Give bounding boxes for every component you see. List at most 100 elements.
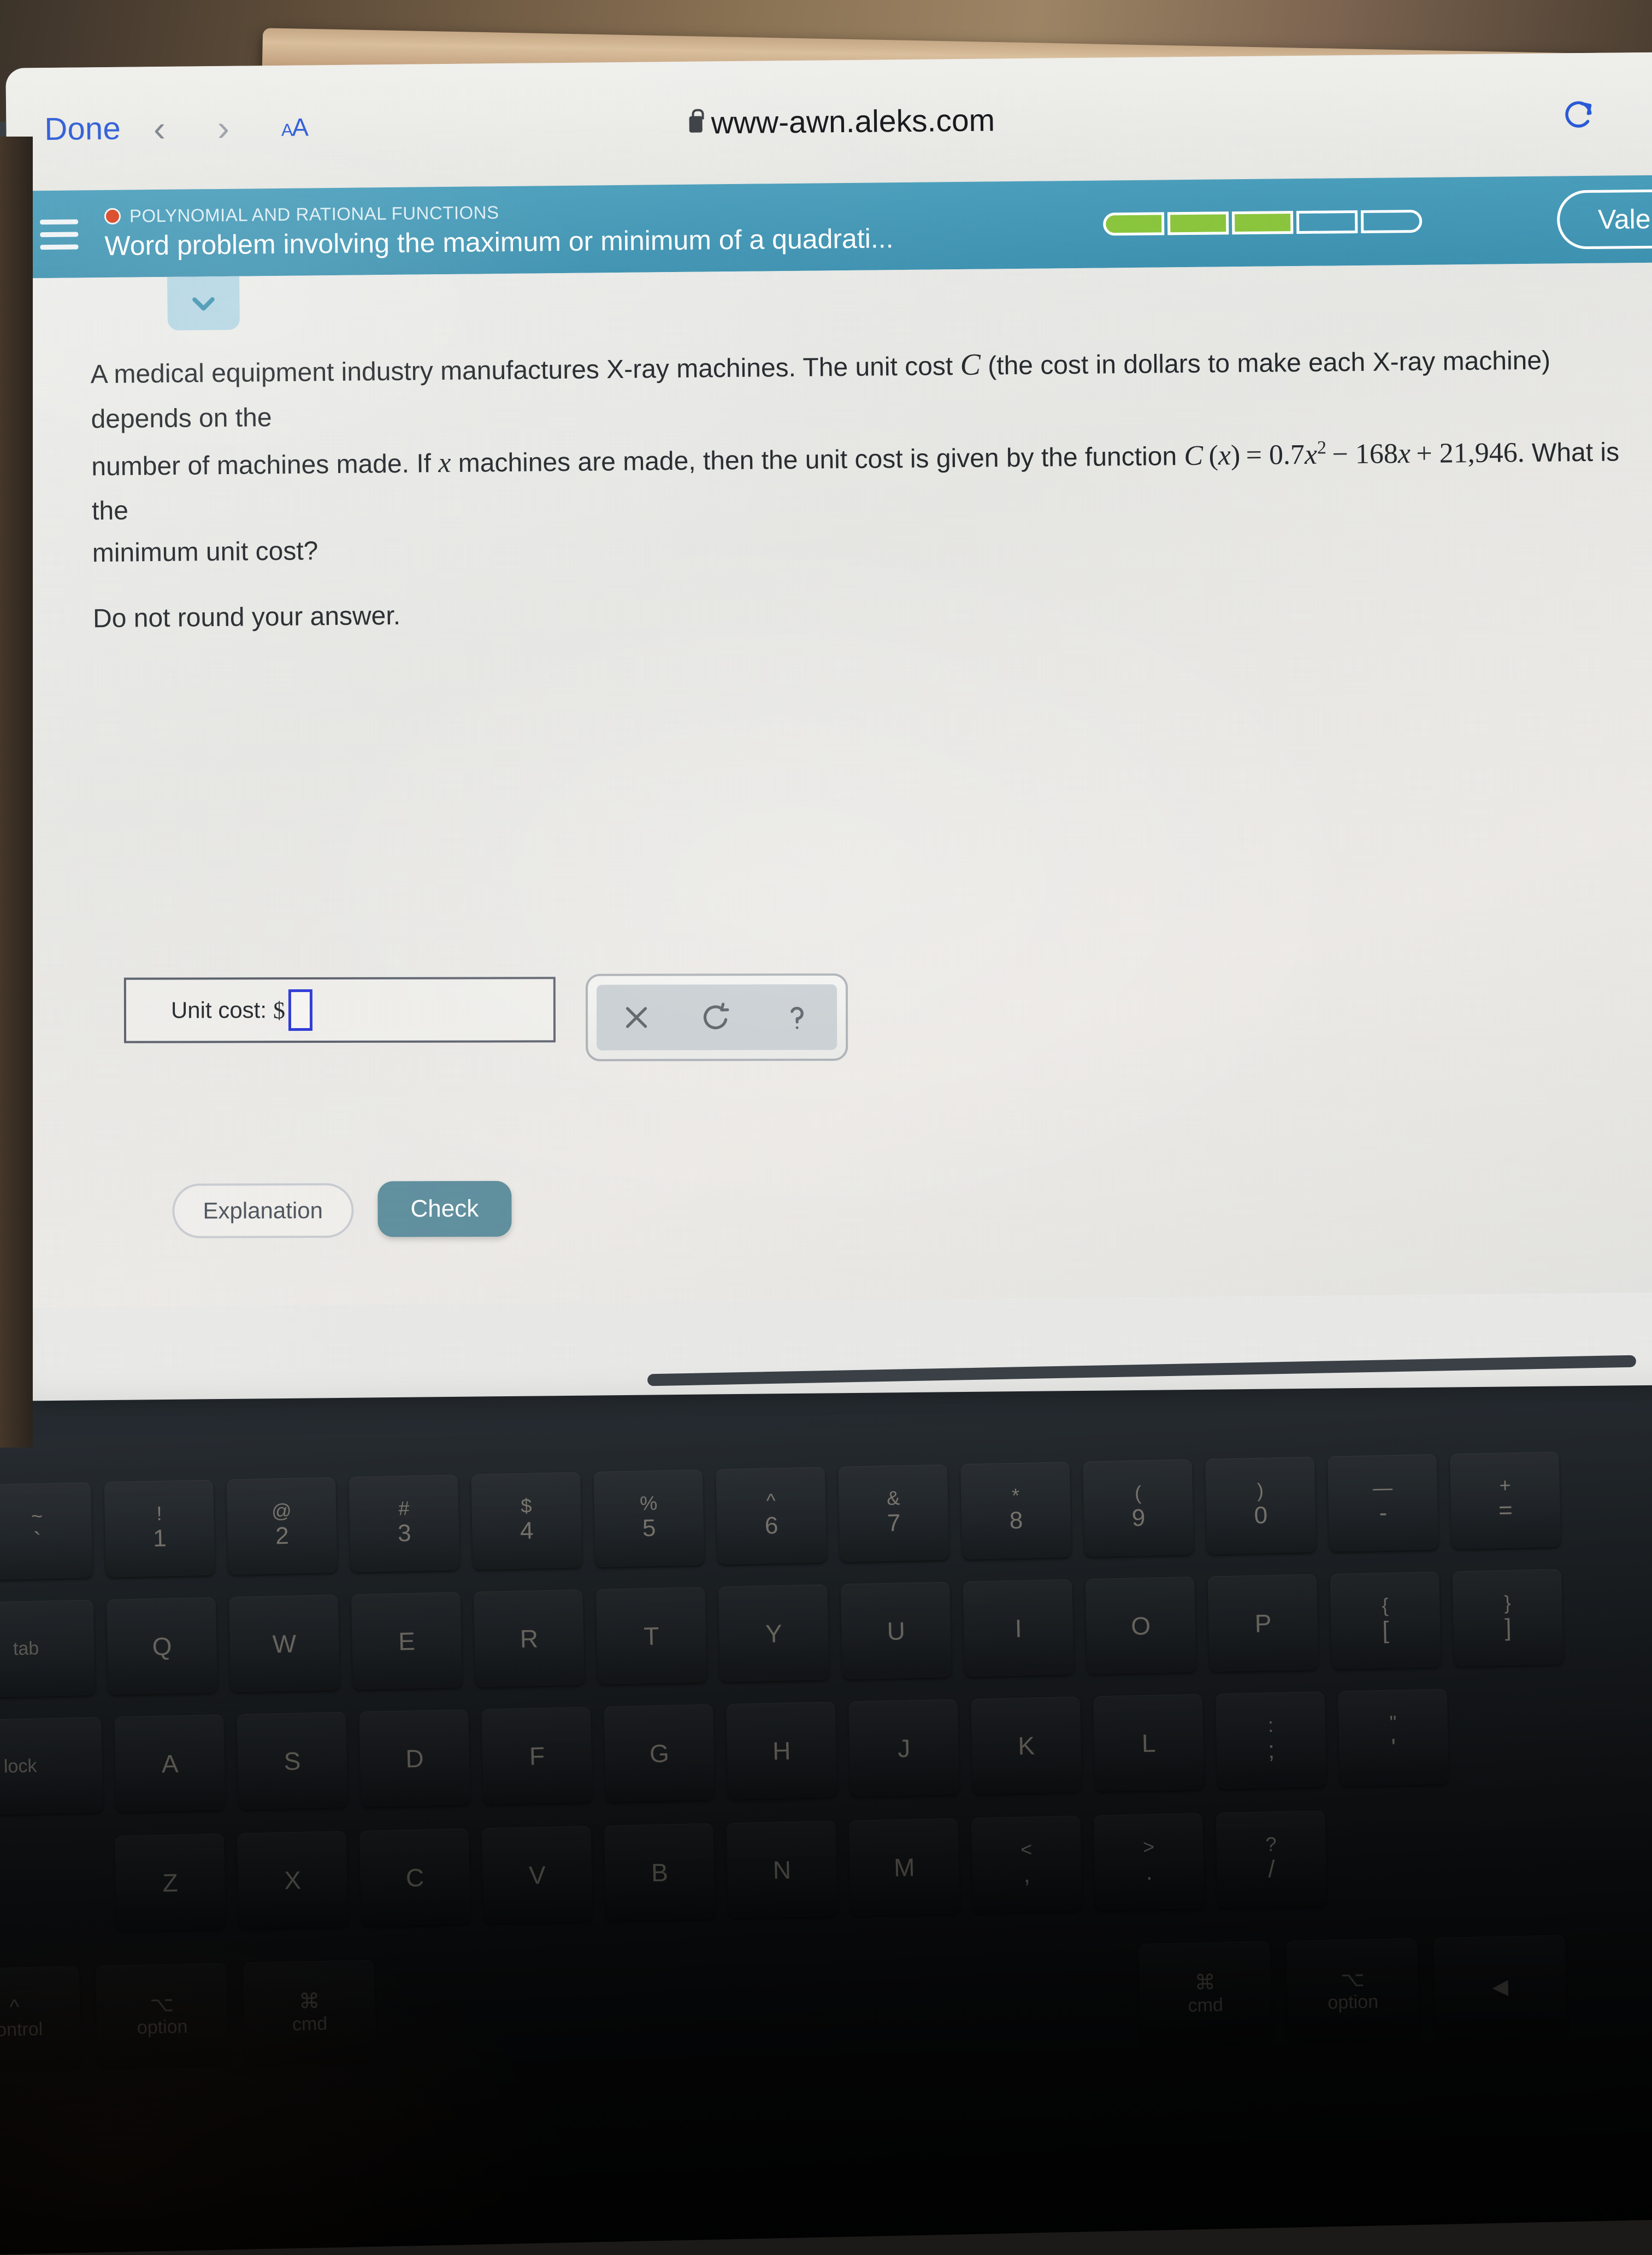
key-f[interactable]: F xyxy=(481,1707,593,1804)
key-t[interactable]: T xyxy=(596,1587,707,1685)
hamburger-menu-icon[interactable] xyxy=(40,219,79,250)
undo-icon[interactable] xyxy=(699,999,735,1035)
key-3[interactable]: #3 xyxy=(349,1474,460,1572)
key-b[interactable]: B xyxy=(604,1823,716,1921)
variable-x: x xyxy=(438,447,451,479)
key-6[interactable]: ^6 xyxy=(716,1467,827,1565)
key-1[interactable]: !1 xyxy=(104,1480,215,1578)
key--[interactable]: —- xyxy=(1328,1454,1439,1552)
key-tab[interactable]: tab xyxy=(0,1599,95,1698)
key-label: ` xyxy=(33,1526,42,1556)
key-cmd[interactable]: ⌘cmd xyxy=(243,1960,376,2064)
key-7[interactable]: &7 xyxy=(838,1465,949,1562)
key-shift-label: > xyxy=(1143,1837,1155,1857)
key-shift-label: ^ xyxy=(766,1491,776,1510)
clear-icon[interactable] xyxy=(618,1000,654,1036)
key-lock[interactable]: lock xyxy=(0,1717,103,1816)
key-label: cmd xyxy=(1188,1994,1223,2016)
tablet-screen: Done ‹ › AA www-awn.aleks.com POLYNOMIAL… xyxy=(5,52,1652,1401)
key-label: / xyxy=(1268,1854,1275,1884)
key-label: G xyxy=(649,1738,669,1768)
key-l[interactable]: L xyxy=(1093,1694,1205,1792)
key-label: - xyxy=(1379,1498,1388,1528)
key-j[interactable]: J xyxy=(848,1699,960,1797)
key-glyph: ◀ xyxy=(1492,1974,1508,1999)
key-label: 6 xyxy=(764,1510,778,1541)
unit-cost-input[interactable] xyxy=(288,989,312,1031)
key-,[interactable]: <, xyxy=(971,1816,1082,1914)
key-x[interactable]: X xyxy=(237,1831,349,1929)
key-shift-label: + xyxy=(1499,1475,1511,1495)
check-button[interactable]: Check xyxy=(377,1181,511,1237)
key-u[interactable]: U xyxy=(840,1582,952,1680)
explanation-button[interactable]: Explanation xyxy=(172,1183,353,1238)
key-4[interactable]: $4 xyxy=(471,1472,582,1570)
back-icon[interactable]: ‹ xyxy=(154,107,166,149)
key-cmd[interactable]: ⌘cmd xyxy=(1138,1941,1272,2045)
key-label: tab xyxy=(13,1638,39,1660)
key-label: option xyxy=(137,2016,187,2038)
key-label: control xyxy=(0,2018,43,2041)
key-option[interactable]: ⌥option xyxy=(1286,1938,1419,2042)
key-.[interactable]: >. xyxy=(1093,1813,1205,1911)
key-label: 3 xyxy=(398,1518,412,1549)
key-label: O xyxy=(1131,1610,1151,1640)
user-menu-button[interactable]: Valer xyxy=(1557,189,1652,250)
text-size-icon[interactable]: AA xyxy=(281,112,308,141)
key-;[interactable]: :; xyxy=(1216,1691,1327,1789)
key-[[interactable]: {[ xyxy=(1330,1572,1441,1669)
key-label: . xyxy=(1146,1857,1153,1887)
key-`[interactable]: ~` xyxy=(0,1482,93,1580)
reload-icon[interactable] xyxy=(1561,97,1596,132)
key-mod[interactable]: ◀ xyxy=(1433,1935,1567,2039)
key-glyph: ⌘ xyxy=(299,1988,320,2014)
key-shift-label: % xyxy=(640,1494,658,1514)
key-v[interactable]: V xyxy=(482,1826,593,1923)
key-r[interactable]: R xyxy=(474,1590,585,1687)
key-glyph: ^ xyxy=(9,1996,20,2019)
app-header: POLYNOMIAL AND RATIONAL FUNCTIONS Word p… xyxy=(7,175,1652,278)
done-button[interactable]: Done xyxy=(44,110,121,147)
key-k[interactable]: K xyxy=(971,1697,1082,1794)
key-p[interactable]: P xyxy=(1207,1574,1319,1672)
key-label: J xyxy=(898,1733,911,1763)
browser-toolbar: Done ‹ › AA www-awn.aleks.com xyxy=(5,52,1652,191)
key-g[interactable]: G xyxy=(604,1704,715,1802)
collapse-panel-button[interactable] xyxy=(167,276,240,330)
key-label: cmd xyxy=(292,2013,328,2035)
key-y[interactable]: Y xyxy=(718,1584,830,1682)
key-control[interactable]: ^control xyxy=(0,1966,81,2070)
key-i[interactable]: I xyxy=(963,1579,1074,1677)
key-0[interactable]: )0 xyxy=(1205,1457,1317,1555)
address-bar[interactable]: www-awn.aleks.com xyxy=(689,102,995,141)
help-icon[interactable] xyxy=(779,999,815,1035)
key-9[interactable]: (9 xyxy=(1083,1459,1194,1557)
key-o[interactable]: O xyxy=(1085,1577,1196,1674)
key-label: 0 xyxy=(1254,1500,1268,1531)
key-z[interactable]: Z xyxy=(115,1833,226,1931)
key-label: V xyxy=(529,1860,546,1890)
key-d[interactable]: D xyxy=(359,1709,470,1807)
key-label: Y xyxy=(765,1618,782,1648)
key-option[interactable]: ⌥option xyxy=(96,1963,229,2067)
key-w[interactable]: W xyxy=(229,1595,340,1692)
key-q[interactable]: Q xyxy=(107,1597,218,1695)
key-=[interactable]: += xyxy=(1450,1451,1561,1549)
key-label: W xyxy=(272,1628,297,1658)
key-2[interactable]: @2 xyxy=(226,1477,338,1575)
key-5[interactable]: %5 xyxy=(593,1469,705,1567)
problem-line-2: number of machines made. If x machines a… xyxy=(91,429,1632,533)
key-m[interactable]: M xyxy=(849,1818,960,1916)
unit-cost-input-group[interactable]: Unit cost: $ xyxy=(124,977,556,1043)
forward-icon[interactable]: › xyxy=(217,107,230,148)
key-][interactable]: }] xyxy=(1452,1569,1564,1667)
key-8[interactable]: *8 xyxy=(960,1462,1072,1560)
key-n[interactable]: N xyxy=(727,1821,838,1918)
key-a[interactable]: A xyxy=(114,1714,226,1812)
key-/[interactable]: ?/ xyxy=(1216,1810,1327,1908)
key-e[interactable]: E xyxy=(351,1592,463,1690)
key-h[interactable]: H xyxy=(726,1702,837,1799)
key-'[interactable]: "' xyxy=(1338,1689,1449,1787)
key-s[interactable]: S xyxy=(237,1712,348,1810)
key-c[interactable]: C xyxy=(359,1828,471,1926)
